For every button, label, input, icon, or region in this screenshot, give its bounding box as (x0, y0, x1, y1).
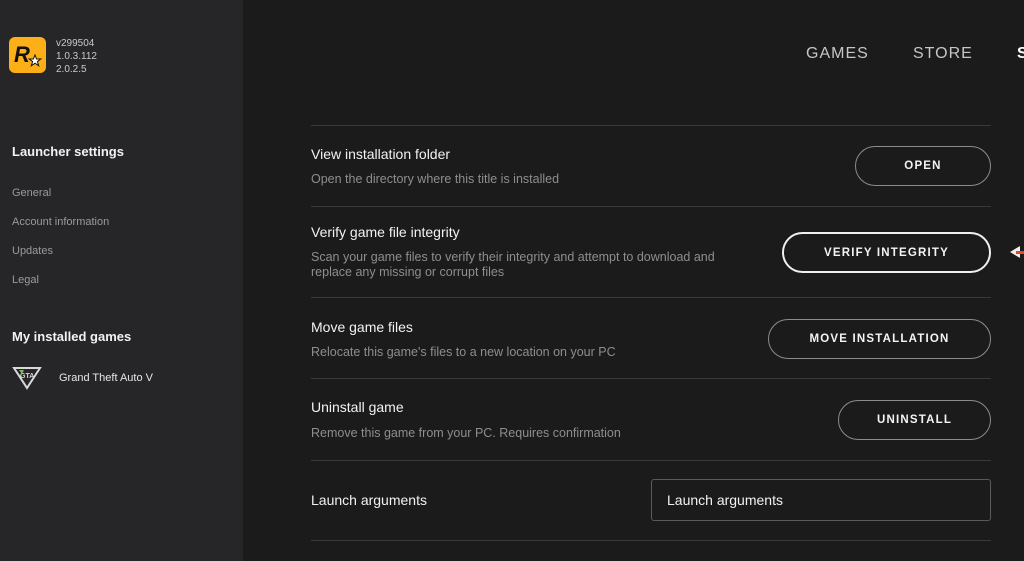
sidebar-item-legal[interactable]: Legal (12, 274, 39, 286)
gta-v-icon: GTA (12, 366, 42, 390)
view-folder-description: Open the directory where this title is i… (311, 172, 560, 186)
launch-arguments-label: Launch arguments (311, 492, 427, 508)
version-info: v299504 1.0.3.112 2.0.2.5 (56, 37, 97, 76)
sidebar: R v299504 1.0.3.112 2.0.2.5 Launcher set… (0, 0, 243, 561)
divider (311, 460, 991, 461)
svg-text:R: R (14, 42, 30, 67)
move-installation-button[interactable]: MOVE INSTALLATION (768, 319, 991, 359)
social-club-version: 1.0.3.112 (56, 51, 97, 62)
divider (311, 297, 991, 298)
svg-text:GTA: GTA (20, 373, 34, 380)
game-name: Grand Theft Auto V (59, 372, 153, 384)
installed-games-heading: My installed games (12, 329, 132, 344)
nav-games[interactable]: GAMES (806, 45, 869, 63)
uninstall-description: Remove this game from your PC. Requires … (311, 426, 621, 440)
nav-store[interactable]: STORE (913, 45, 973, 63)
pointer-arrow-accent (1016, 251, 1024, 254)
uninstall-title: Uninstall game (311, 399, 404, 415)
uninstall-button[interactable]: UNINSTALL (838, 400, 991, 440)
move-files-title: Move game files (311, 319, 413, 335)
sidebar-item-gta-v[interactable]: GTA Grand Theft Auto V (12, 366, 232, 390)
sidebar-item-account-information[interactable]: Account information (12, 216, 109, 228)
launcher-version: v299504 (56, 38, 95, 49)
divider (311, 206, 991, 207)
sidebar-item-updates[interactable]: Updates (12, 245, 53, 257)
nav-settings[interactable]: S (1017, 45, 1024, 63)
launcher-settings-heading: Launcher settings (12, 144, 124, 159)
game-version: 2.0.2.5 (56, 64, 87, 75)
view-folder-title: View installation folder (311, 146, 451, 162)
rockstar-logo-icon[interactable]: R (9, 37, 46, 73)
verify-integrity-button[interactable]: VERIFY INTEGRITY (782, 232, 991, 273)
verify-integrity-description: Scan your game files to verify their int… (311, 250, 715, 279)
move-files-description: Relocate this game's files to a new loca… (311, 345, 616, 359)
launch-arguments-input[interactable] (651, 479, 991, 521)
divider (311, 378, 991, 379)
divider (311, 125, 991, 126)
open-button[interactable]: OPEN (855, 146, 991, 186)
verify-integrity-title: Verify game file integrity (311, 224, 460, 240)
divider (311, 540, 991, 541)
sidebar-item-general[interactable]: General (12, 187, 51, 199)
